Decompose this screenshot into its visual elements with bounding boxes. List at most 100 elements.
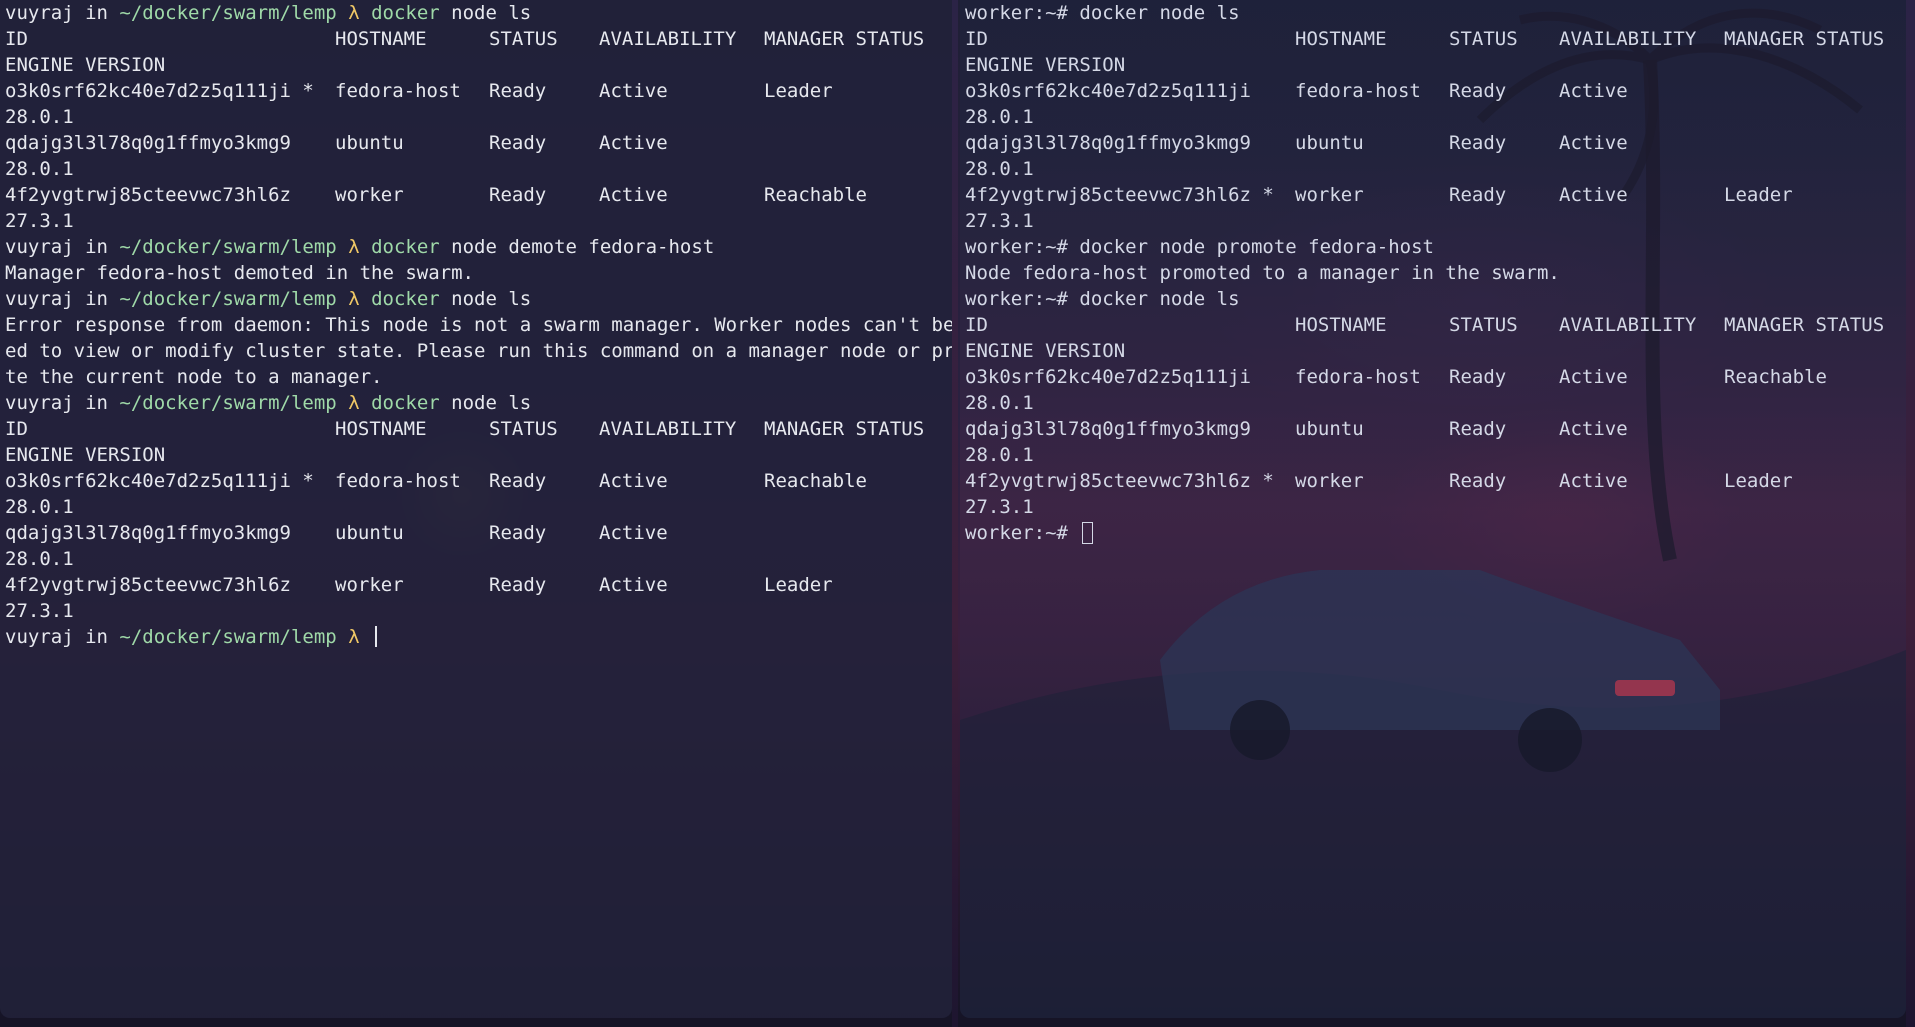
availability-cell: AVAILABILITY — [1559, 314, 1697, 336]
prompt-lambda-icon: λ — [336, 626, 372, 648]
manager-status-cell: Leader — [764, 574, 833, 596]
node-table-row: 4f2yvgtrwj85cteevwc73hl6z worker Ready Acti… — [5, 572, 952, 598]
output-line: 28.0.1 — [965, 158, 1034, 180]
hostname-cell: fedora-host — [335, 80, 461, 102]
status-cell: Ready — [489, 132, 547, 154]
node-id-cell: 4f2yvgtrwj85cteevwc73hl6z — [5, 574, 291, 596]
hostname-cell: fedora-host — [1295, 366, 1421, 388]
status-cell: Ready — [489, 574, 547, 596]
manager-status-cell: Leader — [1724, 184, 1793, 206]
node-table-row: ID HOSTNAME STATUS AVAILABILITY MANAGER STAT… — [5, 416, 952, 442]
node-id-cell: 4f2yvgtrwj85cteevwc73hl6z — [5, 184, 291, 206]
node-table-row: 4f2yvgtrwj85cteevwc73hl6z * worker Ready Ac… — [965, 182, 1906, 208]
status-cell: Ready — [489, 522, 547, 544]
shell-prompt-line: vuyraj in ~/docker/swarm/lemp λ docker n… — [5, 234, 952, 260]
hostname-cell: ubuntu — [1295, 418, 1364, 440]
node-id-cell: 4f2yvgtrwj85cteevwc73hl6z * — [965, 470, 1274, 492]
availability-cell: Active — [599, 80, 668, 102]
hostname-cell: HOSTNAME — [1295, 314, 1387, 336]
output-line: Manager fedora-host demoted in the swarm… — [5, 262, 474, 284]
availability-cell: Active — [599, 522, 668, 544]
prompt-lambda-icon: λ — [336, 236, 372, 258]
node-id-cell: ID — [965, 314, 988, 336]
screen-edge — [1906, 0, 1915, 1027]
text-cursor[interactable] — [1082, 522, 1094, 544]
output-line: 27.3.1 — [965, 210, 1034, 232]
node-id-cell: ID — [5, 28, 28, 50]
availability-cell: Active — [599, 132, 668, 154]
output-line: ENGINE VERSION — [965, 54, 1126, 76]
node-id-cell: o3k0srf62kc40e7d2z5q111ji * — [5, 470, 314, 492]
output-line: ENGINE VERSION — [965, 340, 1126, 362]
output-line: ENGINE VERSION — [5, 444, 166, 466]
terminal-output-right[interactable]: worker:~# docker node ls ID HOSTNAME STATUS… — [965, 0, 1906, 546]
node-id-cell: ID — [965, 28, 988, 50]
prompt-path: ~/docker/swarm/lemp — [119, 392, 337, 414]
prompt-in: in — [73, 288, 120, 310]
prompt-args: node ls — [439, 288, 532, 310]
status-cell: STATUS — [1449, 28, 1518, 50]
output-line: worker:~# docker node ls — [965, 2, 1240, 24]
text-cursor[interactable] — [375, 626, 378, 647]
prompt-user: vuyraj — [5, 392, 74, 414]
manager-status-cell: Reachable — [764, 184, 867, 206]
node-id-cell: qdajg3l3l78q0g1ffmyo3kmg9 — [965, 418, 1251, 440]
node-table-row: o3k0srf62kc40e7d2z5q111ji fedora-host Read… — [965, 78, 1906, 104]
shell-prompt-line: vuyraj in ~/docker/swarm/lemp λ docker n… — [5, 0, 952, 26]
prompt-user: vuyraj — [5, 2, 74, 24]
availability-cell: Active — [1559, 366, 1628, 388]
output-line: Error response from daemon: This node is… — [5, 314, 952, 336]
shell-prompt-line: worker:~# — [965, 520, 1906, 546]
prompt-args: node ls — [439, 2, 532, 24]
node-table-row: o3k0srf62kc40e7d2z5q111ji fedora-host Read… — [965, 364, 1906, 390]
node-id-cell: qdajg3l3l78q0g1ffmyo3kmg9 — [965, 132, 1251, 154]
availability-cell: Active — [1559, 80, 1628, 102]
availability-cell: AVAILABILITY — [1559, 28, 1697, 50]
hostname-cell: worker — [335, 574, 404, 596]
prompt-in: in — [73, 236, 120, 258]
shell-prompt-line: vuyraj in ~/docker/swarm/lemp λ docker n… — [5, 390, 952, 416]
manager-status-cell: Reachable — [764, 470, 867, 492]
output-line: worker:~# docker node promote fedora-hos… — [965, 236, 1434, 258]
hostname-cell: worker — [335, 184, 404, 206]
prompt-args: node ls — [439, 392, 532, 414]
terminal-output-left[interactable]: vuyraj in ~/docker/swarm/lemp λ docker n… — [5, 0, 952, 650]
prompt-lambda-icon: λ — [336, 392, 372, 414]
output-line: 27.3.1 — [5, 210, 74, 232]
hostname-cell: ubuntu — [335, 132, 404, 154]
node-id-cell: 4f2yvgtrwj85cteevwc73hl6z * — [965, 184, 1274, 206]
node-table-row: qdajg3l3l78q0g1ffmyo3kmg9 ubuntu Ready Acti… — [5, 130, 952, 156]
prompt-command: docker — [371, 288, 440, 310]
prompt-command: docker — [371, 2, 440, 24]
output-line: 28.0.1 — [965, 392, 1034, 414]
hostname-cell: HOSTNAME — [1295, 28, 1387, 50]
node-table-row: 4f2yvgtrwj85cteevwc73hl6z worker Ready Acti… — [5, 182, 952, 208]
terminal-pane-left[interactable]: vuyraj in ~/docker/swarm/lemp λ docker n… — [0, 0, 952, 1018]
node-id-cell: ID — [5, 418, 28, 440]
terminal-pane-right[interactable]: worker:~# docker node ls ID HOSTNAME STATUS… — [960, 0, 1906, 1018]
status-cell: STATUS — [489, 28, 558, 50]
prompt-text: worker:~# — [965, 522, 1080, 544]
prompt-user: vuyraj — [5, 288, 74, 310]
status-cell: Ready — [1449, 366, 1507, 388]
prompt-path: ~/docker/swarm/lemp — [119, 626, 337, 648]
prompt-user: vuyraj — [5, 626, 74, 648]
status-cell: STATUS — [489, 418, 558, 440]
output-line: 28.0.1 — [965, 106, 1034, 128]
status-cell: Ready — [1449, 418, 1507, 440]
output-line: ed to view or modify cluster state. Plea… — [5, 340, 952, 362]
output-line: 28.0.1 — [965, 444, 1034, 466]
prompt-in: in — [73, 392, 120, 414]
node-id-cell: o3k0srf62kc40e7d2z5q111ji * — [5, 80, 314, 102]
prompt-lambda-icon: λ — [336, 288, 372, 310]
output-line: Node fedora-host promoted to a manager i… — [965, 262, 1560, 284]
manager-status-cell: MANAGER STATUS — [764, 28, 925, 50]
hostname-cell: ubuntu — [1295, 132, 1364, 154]
node-table-row: ID HOSTNAME STATUS AVAILABILITY MANAGER STAT… — [5, 26, 952, 52]
node-id-cell: qdajg3l3l78q0g1ffmyo3kmg9 — [5, 132, 291, 154]
hostname-cell: worker — [1295, 470, 1364, 492]
status-cell: Ready — [489, 184, 547, 206]
availability-cell: Active — [1559, 470, 1628, 492]
status-cell: Ready — [489, 80, 547, 102]
manager-status-cell: MANAGER STATUS — [764, 418, 925, 440]
